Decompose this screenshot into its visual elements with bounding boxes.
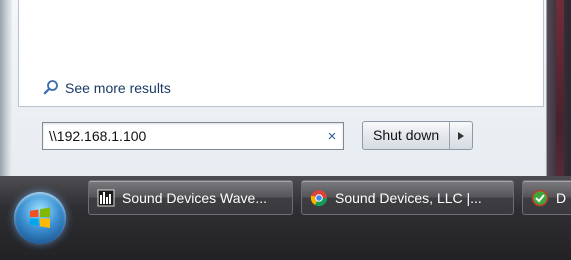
search-input[interactable] <box>43 124 321 148</box>
taskbar-button-wavetool[interactable]: Sound Devices Wave... <box>88 180 293 215</box>
start-button[interactable] <box>14 192 66 244</box>
search-icon <box>43 79 59 98</box>
shutdown-button[interactable]: Shut down <box>363 122 451 149</box>
taskbar-button-label: D <box>556 189 567 206</box>
see-more-results-label: See more results <box>65 80 171 96</box>
taskbar-button-label: Sound Devices, LLC |... <box>335 189 482 206</box>
shutdown-button-group: Shut down <box>362 121 474 150</box>
start-search-box[interactable]: × <box>42 122 344 150</box>
taskbar-button-app[interactable]: D <box>522 180 571 215</box>
taskbar-button-chrome[interactable]: Sound Devices, LLC |... <box>301 180 514 215</box>
search-results-pane: See more results <box>18 0 544 107</box>
shutdown-options-arrow-icon[interactable] <box>450 122 472 149</box>
windows-logo-icon <box>30 207 50 228</box>
clear-search-icon[interactable]: × <box>321 128 343 145</box>
app-icon <box>531 189 549 206</box>
taskbar-button-label: Sound Devices Wave... <box>122 189 267 206</box>
desktop-wallpaper-strip <box>556 0 564 180</box>
see-more-results-link[interactable]: See more results <box>43 78 171 98</box>
chrome-icon <box>310 189 328 206</box>
start-menu: See more results × Shut down <box>12 0 547 176</box>
wavetool-icon <box>97 189 115 206</box>
taskbar: Sound Devices Wave... Sound Devices, LLC… <box>0 176 571 260</box>
